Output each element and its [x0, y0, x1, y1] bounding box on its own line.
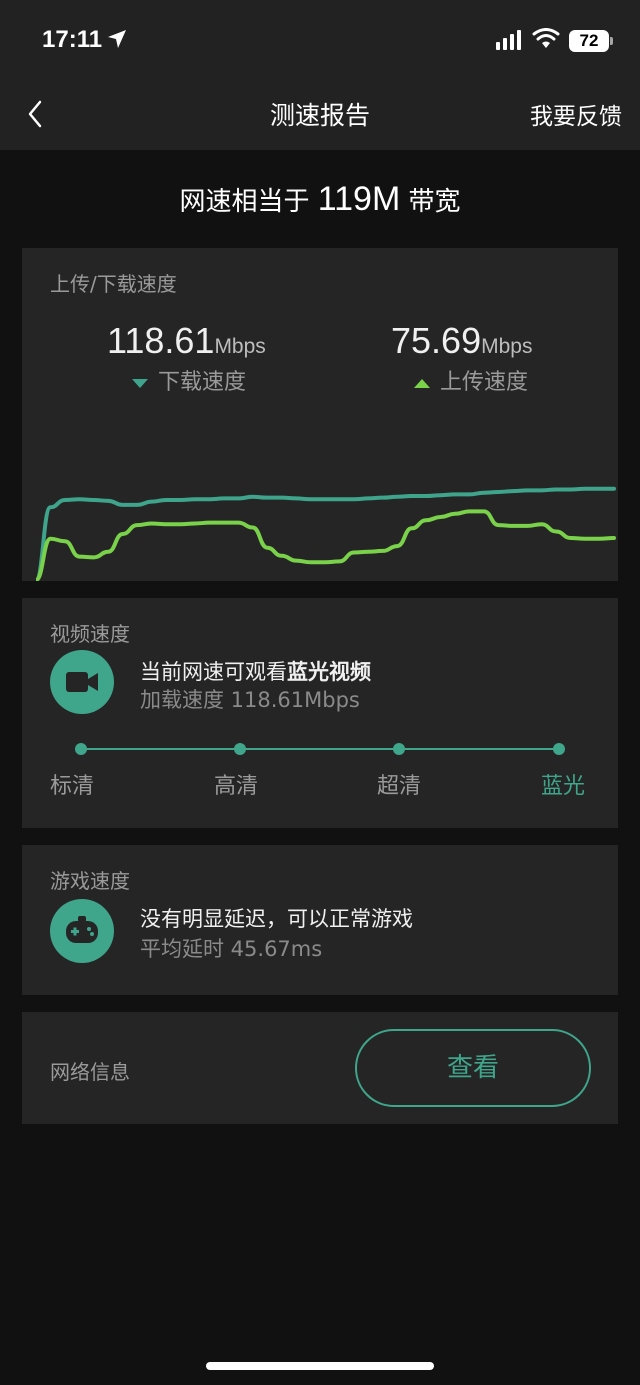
headline-prefix: 网速相当于 [179, 187, 318, 217]
quality-dot-bluray [553, 743, 565, 755]
download-speed-value: 118.61 [107, 320, 215, 361]
quality-dot-sd [75, 743, 87, 755]
video-load-speed: 加载速度 118.61Mbps [140, 688, 360, 712]
network-info-label: 网络信息 [50, 1060, 130, 1084]
triangle-up-icon [414, 378, 430, 388]
download-speed: 118.61Mbps [107, 320, 266, 362]
view-button[interactable]: 查看 [355, 1029, 591, 1107]
game-main-text: 没有明显延迟，可以正常游戏 [140, 907, 413, 931]
quality-label-hd: 高清 [214, 774, 259, 799]
video-main-text: 当前网速可观看蓝光视频 [140, 656, 371, 686]
upload-label-text: 上传速度 [440, 370, 529, 395]
nav-bar: 测速报告 我要反馈 [0, 80, 640, 150]
quality-dot-fhd [393, 743, 405, 755]
quality-label-fhd: 超清 [377, 774, 422, 799]
quality-label-bluray: 蓝光 [541, 774, 586, 799]
triangle-down-icon [132, 378, 148, 388]
status-time: 17:11 [42, 26, 103, 53]
home-indicator[interactable] [206, 1362, 434, 1370]
wifi-icon [532, 28, 560, 48]
speed-card: 上传/下载速度 118.61Mbps 下载速度 75.69Mbps 上传速度 [22, 248, 618, 581]
cellular-signal-icon [496, 30, 521, 50]
battery-icon: 72 [569, 30, 609, 52]
video-speed-card: 视频速度 当前网速可观看蓝光视频 加载速度 118.61Mbps 标清 高清 超… [22, 598, 618, 828]
quality-dot-hd [234, 743, 246, 755]
video-camera-icon [50, 650, 114, 714]
upload-speed-value: 75.69 [391, 320, 482, 361]
upload-series-line [36, 509, 616, 581]
upload-speed-unit: Mbps [481, 335, 533, 358]
feedback-button[interactable]: 我要反馈 [530, 97, 622, 131]
video-main-bold: 蓝光视频 [287, 660, 371, 684]
download-label-text: 下载速度 [158, 370, 247, 395]
video-main-prefix: 当前网速可观看 [140, 660, 287, 684]
game-latency: 平均延时 45.67ms [140, 937, 323, 961]
upload-speed: 75.69Mbps [391, 320, 532, 362]
bandwidth-value: 119M [317, 180, 401, 218]
game-card-title: 游戏速度 [50, 869, 130, 893]
quality-label-sd: 标清 [50, 774, 95, 799]
download-label: 下载速度 [132, 364, 246, 396]
speed-chart [36, 486, 616, 581]
battery-level: 72 [579, 31, 599, 50]
headline-suffix: 带宽 [400, 187, 461, 217]
upload-label: 上传速度 [414, 364, 528, 396]
bandwidth-headline: 网速相当于 119M 带宽 [0, 180, 640, 219]
download-speed-unit: Mbps [214, 335, 266, 358]
battery-tip [610, 37, 613, 45]
game-speed-card: 游戏速度 没有明显延迟，可以正常游戏 平均延时 45.67ms [22, 845, 618, 995]
quality-track [81, 748, 559, 750]
location-arrow-icon [108, 30, 126, 48]
gamepad-icon [50, 899, 114, 963]
status-bar: 17:11 72 [0, 0, 640, 80]
video-card-title: 视频速度 [50, 622, 130, 646]
speed-card-title: 上传/下载速度 [50, 272, 177, 296]
network-info-card: 网络信息 查看 [22, 1012, 618, 1124]
